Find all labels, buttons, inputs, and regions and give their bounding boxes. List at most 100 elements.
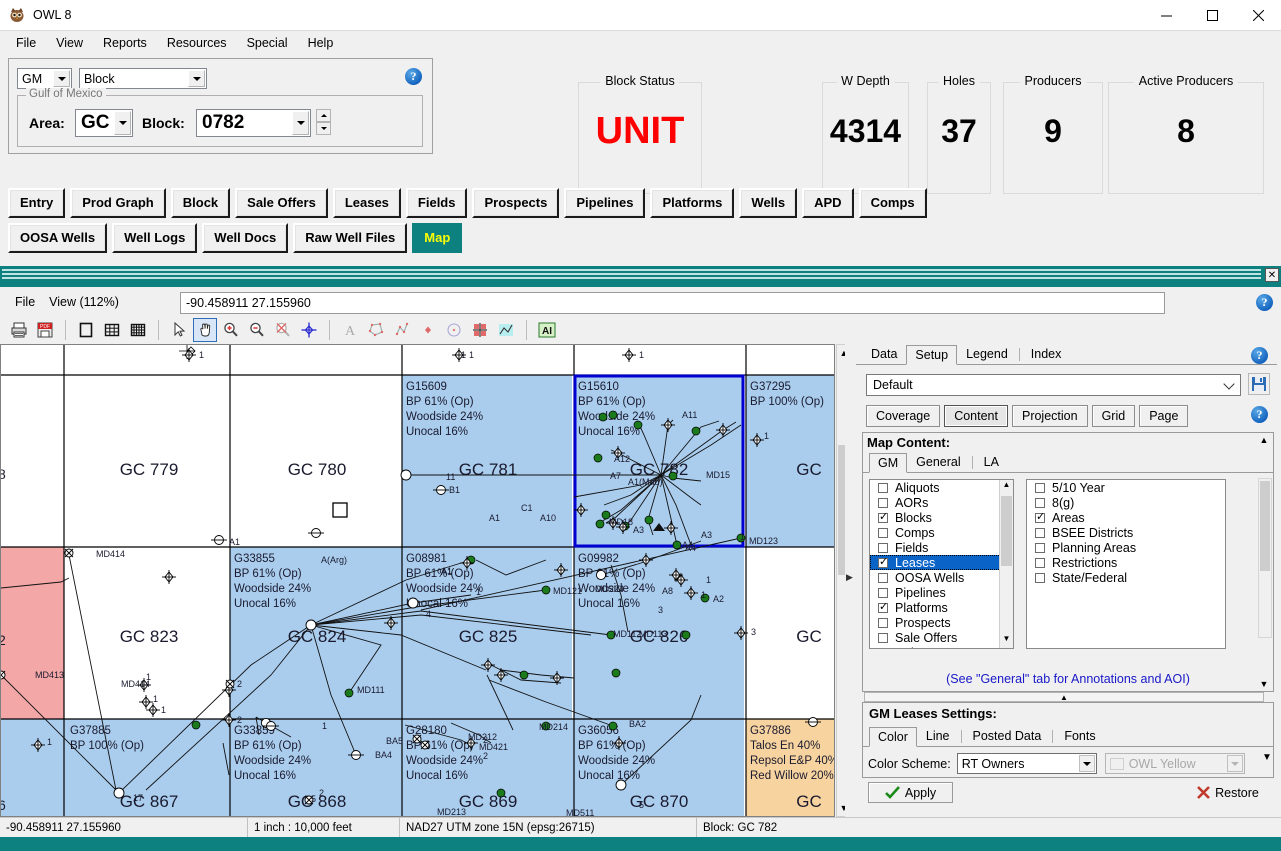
layer-item-sale-offers[interactable]: Sale Offers (870, 630, 1013, 645)
checkbox[interactable] (878, 647, 888, 648)
button-fields[interactable]: Fields (405, 188, 468, 218)
tab-index[interactable]: Index (1022, 344, 1071, 364)
content-tab-gm[interactable]: GM (869, 453, 908, 473)
settings-scroll-down-icon[interactable]: ▼ (1262, 752, 1272, 763)
checkbox[interactable] (1035, 542, 1045, 553)
subtab-help-button[interactable]: ? (1251, 406, 1268, 423)
layer-item-oosa-wells[interactable]: OOSA Wells (870, 570, 1013, 585)
button-entry[interactable]: Entry (8, 188, 66, 218)
print-icon[interactable] (7, 318, 31, 342)
scroll-down-icon[interactable]: ▼ (1000, 634, 1013, 648)
horizontal-splitter[interactable]: ▲ (864, 692, 1264, 702)
subtab-projection[interactable]: Projection (1011, 405, 1088, 427)
settings-tab-posted-data[interactable]: Posted Data (964, 726, 1051, 746)
zoom-in-icon[interactable] (219, 318, 243, 342)
content-tab-general[interactable]: General (907, 452, 969, 472)
content-tab-la[interactable]: LA (975, 452, 1008, 472)
area-select[interactable]: GC (75, 109, 133, 137)
button-prospects[interactable]: Prospects (472, 188, 560, 218)
block-stepper[interactable] (316, 109, 331, 137)
layer-item-pipelines[interactable]: Pipelines (870, 585, 1013, 600)
overlay-item-8g[interactable]: 8(g) (1027, 495, 1225, 510)
panel-splitter[interactable]: ▶ (845, 344, 854, 817)
button-oosa-wells[interactable]: OOSA Wells (8, 223, 108, 253)
checkbox[interactable] (878, 572, 888, 583)
button-well-docs[interactable]: Well Docs (202, 223, 289, 253)
checkbox[interactable] (878, 587, 888, 598)
maximize-button[interactable] (1189, 0, 1235, 31)
page-outline-icon[interactable] (74, 318, 98, 342)
checkbox[interactable] (878, 482, 888, 493)
checkbox[interactable] (878, 497, 888, 508)
button-sale-offers[interactable]: Sale Offers (235, 188, 328, 218)
close-button[interactable] (1235, 0, 1281, 31)
subtab-coverage[interactable]: Coverage (866, 405, 941, 427)
overlay-item-bsee-districts[interactable]: BSEE Districts (1027, 525, 1225, 540)
help-button-top[interactable]: ? (405, 68, 422, 85)
chevron-down-icon[interactable] (1078, 755, 1095, 772)
apply-button[interactable]: Apply (868, 782, 953, 803)
scrollbar-thumb[interactable] (1001, 496, 1012, 566)
checkbox[interactable] (1035, 482, 1045, 493)
button-apd[interactable]: APD (802, 188, 854, 218)
minimize-button[interactable] (1143, 0, 1189, 31)
button-well-logs[interactable]: Well Logs (112, 223, 198, 253)
menu-item-special[interactable]: Special (237, 33, 298, 53)
checkbox[interactable] (878, 527, 888, 538)
menu-item-reports[interactable]: Reports (93, 33, 157, 53)
gm-layer-list[interactable]: Aliquots AORs Blocks Comps Fields Leases… (869, 479, 1014, 649)
menu-item-view[interactable]: View (46, 33, 93, 53)
layer-item-prospects[interactable]: Prospects (870, 615, 1013, 630)
stepper-down-icon[interactable] (316, 122, 331, 135)
color-scheme-select[interactable]: RT Owners (956, 753, 1097, 774)
menu-item-file[interactable]: File (6, 33, 46, 53)
checkbox[interactable] (878, 555, 888, 568)
polyline-icon[interactable] (390, 318, 414, 342)
layer-item-fields[interactable]: Fields (870, 540, 1013, 555)
checkbox[interactable] (878, 542, 888, 553)
save-profile-button[interactable] (1248, 373, 1270, 395)
measure-icon[interactable] (494, 318, 518, 342)
map-drawing[interactable]: GC 779 GC 780 GC 781 GC 782 GC GC 823 GC… (1, 345, 835, 817)
overlay-item-areas[interactable]: Areas (1027, 510, 1225, 525)
restore-button[interactable]: Restore (1184, 782, 1272, 803)
button-platforms[interactable]: Platforms (650, 188, 735, 218)
content-scroll-up-icon[interactable]: ▲ (1257, 435, 1271, 445)
subtab-grid[interactable]: Grid (1091, 405, 1136, 427)
overlay-item-restrictions[interactable]: Restrictions (1027, 555, 1225, 570)
overlay-item-state-federal[interactable]: State/Federal (1027, 570, 1225, 585)
layer-item-leases[interactable]: Leases (870, 555, 1013, 570)
checkbox[interactable] (878, 600, 888, 613)
zoom-out-icon[interactable] (245, 318, 269, 342)
gm-overlay-list[interactable]: 5/10 Year 8(g) Areas BSEE Districts Plan… (1026, 479, 1226, 649)
layer-item-platforms[interactable]: Platforms (870, 600, 1013, 615)
scrollbar-thumb[interactable] (1260, 481, 1270, 571)
checkbox[interactable] (1035, 497, 1045, 508)
map-window-close-icon[interactable]: ✕ (1265, 268, 1279, 282)
grid-fine-icon[interactable] (126, 318, 150, 342)
splitter-grip-icon[interactable]: ▶ (846, 572, 853, 583)
zoom-cancel-icon[interactable] (271, 318, 295, 342)
center-target-icon[interactable] (297, 318, 321, 342)
menu-item-resources[interactable]: Resources (157, 33, 237, 53)
chevron-down-icon[interactable] (53, 70, 70, 87)
tab-data[interactable]: Data (862, 344, 906, 364)
map-coordinate-input[interactable]: -90.458911 27.155960 (180, 292, 1165, 314)
checkbox[interactable] (1035, 510, 1045, 523)
checkbox[interactable] (1035, 527, 1045, 538)
block-select[interactable]: 0782 (196, 109, 311, 137)
settings-tab-fonts[interactable]: Fonts (1055, 726, 1104, 746)
pan-hand-icon[interactable] (193, 318, 217, 342)
subtab-page[interactable]: Page (1139, 405, 1189, 427)
ai-icon[interactable]: AI (535, 318, 559, 342)
overlay-item-5-10-year[interactable]: 5/10 Year (1027, 480, 1225, 495)
panel-help-button[interactable]: ? (1251, 347, 1268, 364)
region-select[interactable]: GM (17, 68, 72, 89)
map-canvas[interactable]: GC 779 GC 780 GC 781 GC 782 GC GC 823 GC… (0, 344, 835, 817)
map-menu-view-zoom[interactable]: View (112%) (42, 293, 126, 311)
grid-coarse-icon[interactable] (100, 318, 124, 342)
layer-item-blocks[interactable]: Blocks (870, 510, 1013, 525)
map-menu-file[interactable]: File (8, 293, 42, 311)
button-wells[interactable]: Wells (739, 188, 798, 218)
point-icon[interactable] (416, 318, 440, 342)
